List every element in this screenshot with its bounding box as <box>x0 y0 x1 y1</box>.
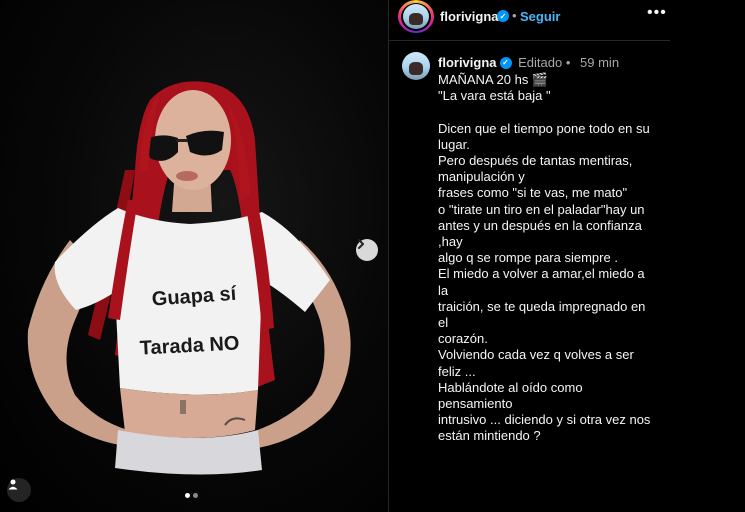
caption-line: lugar. <box>438 136 470 152</box>
carousel-dot <box>193 493 198 498</box>
caption-line: "La vara está baja " <box>438 88 551 104</box>
follow-button[interactable]: Seguir <box>520 9 560 24</box>
header-separator: • <box>512 8 517 23</box>
caption-line: manipulación y <box>438 169 525 185</box>
more-options-icon[interactable]: ••• <box>647 4 667 22</box>
caption-line: antes y un después en la confianza ,hay <box>438 217 642 250</box>
post-media[interactable]: Guapa sí Tarada NO <box>0 0 388 512</box>
tagged-people-button[interactable] <box>7 478 31 502</box>
header-avatar[interactable] <box>398 0 434 33</box>
carousel-next-button[interactable] <box>356 239 378 261</box>
caption-line: intrusivo ... diciendo y si otra vez nos <box>438 412 651 428</box>
post-side-panel: florivigna ✓ • Seguir ••• florivigna ✓ Ed… <box>388 0 671 512</box>
caption-line: Volviendo cada vez q volves a ser feliz … <box>438 347 634 379</box>
caption-avatar[interactable] <box>402 52 430 80</box>
carousel-indicator <box>185 493 198 498</box>
carousel-dot-active <box>185 493 190 498</box>
caption-line: algo q se rompe para siempre . <box>438 250 618 266</box>
caption-line: están mintiendo ? <box>438 428 541 444</box>
caption-meta: florivigna ✓ Editado • 59 min <box>438 55 619 70</box>
edited-label: Editado • <box>518 55 571 70</box>
verified-badge-icon: ✓ <box>499 56 512 69</box>
caption-text: MAÑANA 20 hs 🎬 "La vara está baja " Dice… <box>438 72 658 445</box>
caption-line: Hablándote al oído como pensamiento <box>438 379 583 412</box>
caption-username[interactable]: florivigna <box>438 55 497 70</box>
post-time[interactable]: 59 min <box>580 55 619 70</box>
header-username[interactable]: florivigna <box>440 9 499 24</box>
chevron-right-icon <box>358 239 364 249</box>
post-header: florivigna ✓ • Seguir ••• <box>389 0 671 41</box>
caption-line: Dicen que el tiempo pone todo en su <box>438 120 650 136</box>
caption-line: Pero después de tantas mentiras, <box>438 153 633 168</box>
person-tag-icon <box>8 479 18 490</box>
verified-badge-icon: ✓ <box>497 10 509 22</box>
post-photo: Guapa sí Tarada NO <box>27 81 351 475</box>
caption-line: El miedo a volver a amar,el miedo a la <box>438 266 645 298</box>
caption-line: traición, se te queda impregnado en el <box>438 298 646 331</box>
caption-line: o "tirate un tiro en el paladar"hay un <box>438 201 645 217</box>
caption-line: corazón. <box>438 331 488 347</box>
caption-line-blank <box>438 104 658 120</box>
page-background <box>670 0 745 512</box>
caption-line: MAÑANA 20 hs 🎬 <box>438 72 549 87</box>
caption-line: frases como "si te vas, me mato" <box>438 185 628 201</box>
